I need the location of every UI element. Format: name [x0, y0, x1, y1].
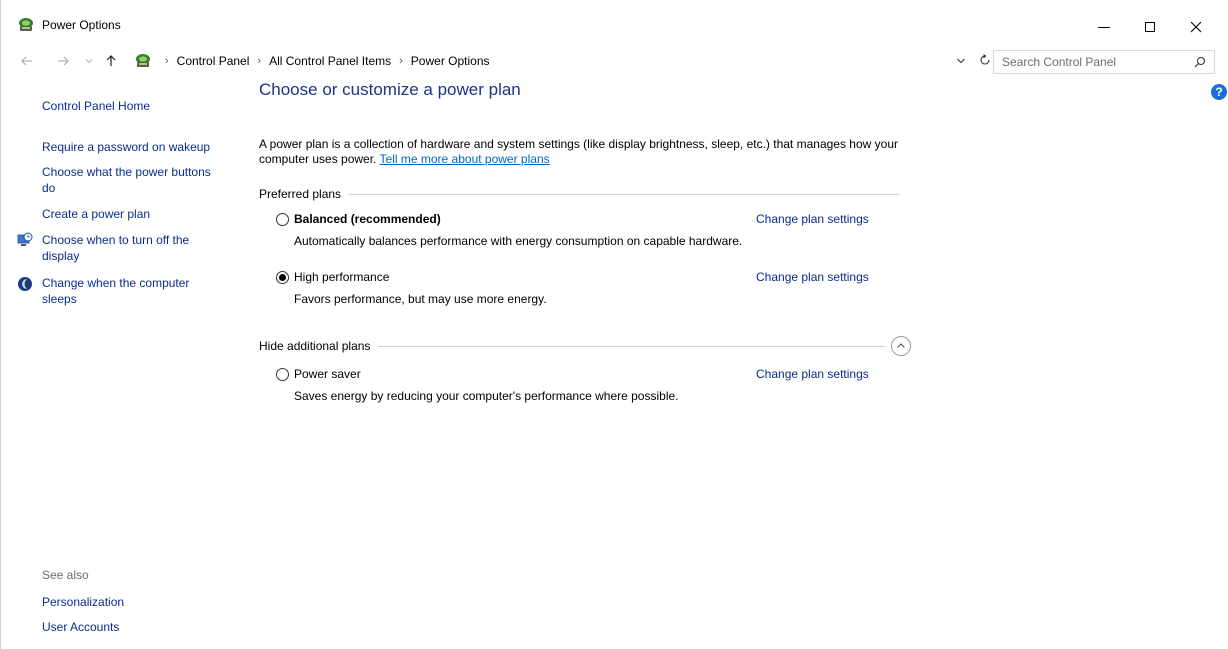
- chevron-up-icon: [897, 343, 905, 348]
- power-options-icon: [134, 53, 150, 69]
- moon-icon: [17, 276, 33, 292]
- chevron-down-icon: [85, 59, 93, 64]
- collapse-additional-plans-button[interactable]: [891, 336, 911, 356]
- require-password-link[interactable]: Require a password on wakeup: [42, 139, 227, 155]
- section-divider: [349, 193, 899, 195]
- refresh-icon: [980, 54, 990, 65]
- address-dropdown-button[interactable]: [956, 55, 966, 69]
- plan-radio-high-performance[interactable]: [276, 271, 289, 284]
- see-also-heading: See also: [42, 568, 89, 582]
- minimize-icon: [1098, 27, 1110, 28]
- breadcrumb-all-items[interactable]: All Control Panel Items: [269, 54, 391, 68]
- monitor-clock-icon: [17, 232, 33, 248]
- breadcrumb-separator[interactable]: ›: [165, 55, 169, 67]
- section-divider: [378, 345, 885, 347]
- change-plan-settings-high-performance[interactable]: Change plan settings: [756, 270, 869, 284]
- back-arrow-icon: [21, 56, 32, 66]
- preferred-plans-section: Preferred plans: [259, 187, 899, 201]
- breadcrumb-separator[interactable]: ›: [399, 55, 403, 67]
- user-accounts-link[interactable]: User Accounts: [42, 619, 119, 635]
- page-title: Choose or customize a power plan: [259, 80, 521, 99]
- recent-locations-button[interactable]: [81, 53, 97, 69]
- plan-radio-power-saver[interactable]: [276, 368, 289, 381]
- search-icon[interactable]: [1194, 56, 1206, 71]
- title-bar: Power Options: [1, 0, 1228, 44]
- description-text: A power plan is a collection of hardware…: [259, 137, 898, 166]
- search-box: [993, 50, 1215, 74]
- plan-name-balanced[interactable]: Balanced (recommended): [294, 212, 441, 226]
- breadcrumb-control-panel[interactable]: Control Panel: [177, 54, 250, 68]
- power-options-icon: [17, 17, 33, 33]
- up-button[interactable]: [103, 53, 119, 69]
- help-icon[interactable]: ?: [1211, 84, 1227, 100]
- close-button[interactable]: [1173, 10, 1219, 44]
- hide-additional-plans-label: Hide additional plans: [259, 339, 371, 353]
- plan-name-high-performance[interactable]: High performance: [294, 270, 389, 284]
- preferred-plans-label: Preferred plans: [259, 187, 342, 201]
- forward-button[interactable]: [55, 53, 71, 69]
- maximize-button[interactable]: [1127, 10, 1173, 44]
- up-arrow-icon: [106, 55, 116, 66]
- plan-name-power-saver[interactable]: Power saver: [294, 367, 361, 381]
- window-title: Power Options: [42, 18, 121, 32]
- breadcrumb: › Control Panel › All Control Panel Item…: [157, 54, 490, 68]
- forward-arrow-icon: [58, 56, 69, 66]
- plan-radio-balanced[interactable]: [276, 213, 289, 226]
- personalization-link[interactable]: Personalization: [42, 594, 124, 610]
- search-input[interactable]: [1002, 54, 1172, 70]
- refresh-button[interactable]: [979, 54, 991, 69]
- control-panel-home-link[interactable]: Control Panel Home: [42, 98, 227, 114]
- minimize-button[interactable]: [1081, 10, 1127, 44]
- close-icon: [1190, 21, 1202, 33]
- breadcrumb-power-options[interactable]: Power Options: [411, 54, 490, 68]
- maximize-icon: [1145, 22, 1155, 32]
- page-description: A power plan is a collection of hardware…: [259, 137, 919, 167]
- plan-description-high-performance: Favors performance, but may use more ene…: [294, 292, 547, 306]
- power-plans-help-link[interactable]: Tell me more about power plans: [380, 152, 550, 166]
- chevron-down-icon: [957, 58, 965, 64]
- back-button[interactable]: [19, 53, 35, 69]
- change-plan-settings-balanced[interactable]: Change plan settings: [756, 212, 869, 226]
- turn-off-display-link[interactable]: Choose when to turn off the display: [42, 232, 227, 264]
- create-power-plan-link[interactable]: Create a power plan: [42, 206, 227, 222]
- power-buttons-link[interactable]: Choose what the power buttons do: [42, 164, 227, 196]
- change-plan-settings-power-saver[interactable]: Change plan settings: [756, 367, 869, 381]
- computer-sleep-link[interactable]: Change when the computer sleeps: [42, 275, 227, 307]
- plan-description-balanced: Automatically balances performance with …: [294, 234, 743, 248]
- additional-plans-section: Hide additional plans: [259, 336, 911, 356]
- plan-description-power-saver: Saves energy by reducing your computer's…: [294, 389, 679, 403]
- power-options-window: Power Options › Control Panel › All Cont…: [0, 0, 1228, 649]
- breadcrumb-separator[interactable]: ›: [257, 55, 261, 67]
